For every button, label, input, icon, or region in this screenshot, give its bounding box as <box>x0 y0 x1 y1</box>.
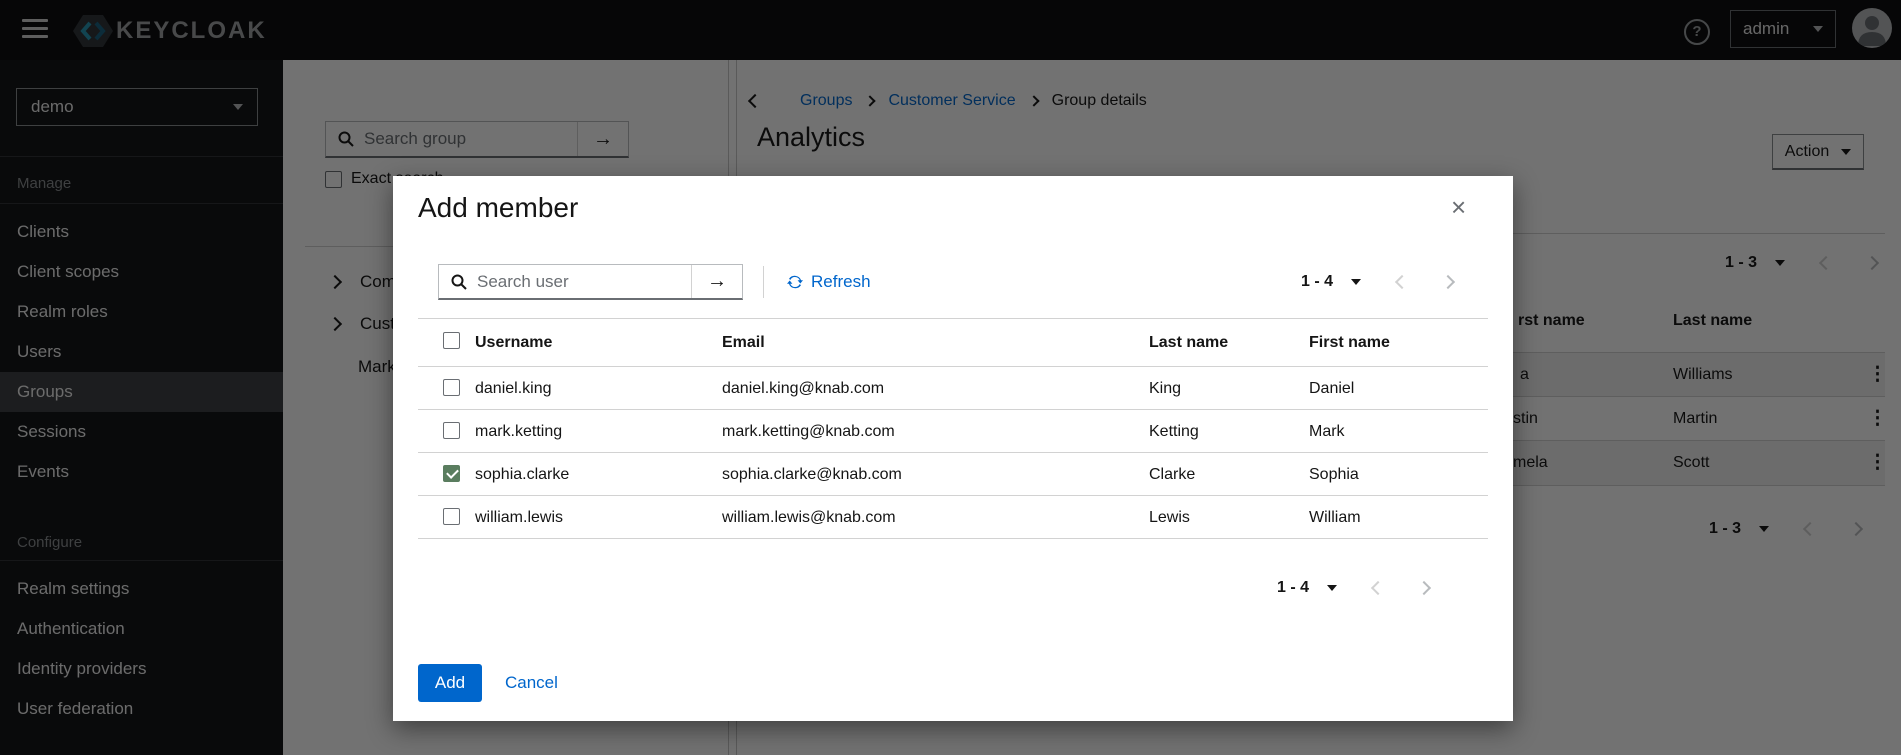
cell-username: william.lewis <box>475 509 563 527</box>
chevron-down-icon[interactable] <box>1351 279 1361 285</box>
column-header-username: Username <box>475 334 552 352</box>
user-search-input[interactable] <box>475 271 691 293</box>
refresh-label: Refresh <box>811 272 871 292</box>
row-checkbox[interactable] <box>443 508 460 525</box>
row-checkbox[interactable] <box>443 379 460 396</box>
refresh-button[interactable]: Refresh <box>787 272 871 292</box>
prev-page-icon[interactable] <box>1395 275 1409 289</box>
column-header-first-name: First name <box>1309 334 1390 352</box>
divider <box>763 266 764 298</box>
modal-pagination-bottom: 1 - 4 <box>1277 579 1429 597</box>
column-header-last-name: Last name <box>1149 334 1228 352</box>
cell-email: sophia.clarke@knab.com <box>722 466 902 484</box>
user-search: → <box>438 264 743 300</box>
divider <box>418 538 1488 539</box>
row-checkbox-checked[interactable] <box>443 465 460 482</box>
table-row: daniel.king daniel.king@knab.com King Da… <box>418 366 1488 409</box>
cell-email: mark.ketting@knab.com <box>722 423 895 441</box>
chevron-down-icon[interactable] <box>1327 585 1337 591</box>
cell-last-name: King <box>1149 380 1181 398</box>
modal-title: Add member <box>418 192 578 224</box>
user-search-submit-button[interactable]: → <box>691 265 742 298</box>
close-icon[interactable]: × <box>1451 194 1466 220</box>
pagination-range: 1 - 4 <box>1277 579 1309 597</box>
cell-first-name: Sophia <box>1309 466 1359 484</box>
cell-first-name: Daniel <box>1309 380 1354 398</box>
cell-first-name: William <box>1309 509 1361 527</box>
next-page-icon[interactable] <box>1441 275 1455 289</box>
search-icon <box>451 274 467 290</box>
table-row-selected: sophia.clarke sophia.clarke@knab.com Cla… <box>418 452 1488 495</box>
row-checkbox[interactable] <box>443 422 460 439</box>
cell-last-name: Ketting <box>1149 423 1199 441</box>
table-row: william.lewis william.lewis@knab.com Lew… <box>418 495 1488 538</box>
cell-username: daniel.king <box>475 380 552 398</box>
next-page-icon[interactable] <box>1417 581 1431 595</box>
cell-last-name: Clarke <box>1149 466 1195 484</box>
add-member-modal: Add member × → Refresh 1 - 4 <box>393 176 1513 721</box>
cell-username: mark.ketting <box>475 423 562 441</box>
modal-pagination-top: 1 - 4 <box>1301 273 1453 291</box>
keycloak-admin-screen: KEYCLOAK ? admin demo Manage Clients Cli… <box>0 0 1901 755</box>
add-button[interactable]: Add <box>418 664 482 702</box>
refresh-icon <box>787 274 803 290</box>
pagination-range: 1 - 4 <box>1301 273 1333 291</box>
cell-username: sophia.clarke <box>475 466 569 484</box>
select-all-checkbox[interactable] <box>443 332 460 349</box>
column-header-email: Email <box>722 334 765 352</box>
table-row: mark.ketting mark.ketting@knab.com Ketti… <box>418 409 1488 452</box>
divider <box>418 318 1488 319</box>
cancel-button[interactable]: Cancel <box>505 673 558 693</box>
prev-page-icon[interactable] <box>1371 581 1385 595</box>
cell-email: william.lewis@knab.com <box>722 509 896 527</box>
cell-email: daniel.king@knab.com <box>722 380 884 398</box>
cell-last-name: Lewis <box>1149 509 1190 527</box>
cell-first-name: Mark <box>1309 423 1345 441</box>
